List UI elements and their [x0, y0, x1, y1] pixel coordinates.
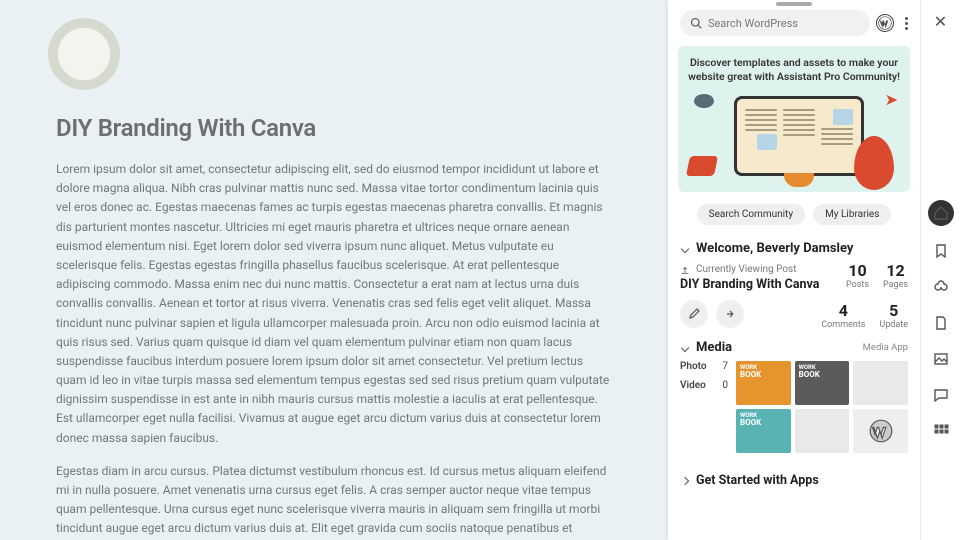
- panel-header: Search WordPress: [668, 0, 920, 46]
- search-icon: [690, 17, 702, 29]
- comment-icon[interactable]: [930, 384, 952, 406]
- media-app-link[interactable]: Media App: [863, 342, 908, 353]
- media-thumb[interactable]: [853, 409, 908, 453]
- promo-banner[interactable]: Discover templates and assets to make yo…: [678, 46, 910, 192]
- welcome-section: Welcome, Beverly Damsley Currently Viewi…: [668, 235, 920, 332]
- apps-grid-icon[interactable]: [930, 420, 952, 442]
- my-libraries-button[interactable]: My Libraries: [813, 204, 891, 225]
- side-rail: ✕: [920, 0, 960, 540]
- media-thumbnails: WORKBOOK WORKBOOK WORKBOOK: [736, 361, 908, 453]
- paragraph: Lorem ipsum dolor sit amet, consectetur …: [56, 160, 612, 448]
- drag-handle[interactable]: [776, 2, 812, 6]
- stats-row-1: 10Posts 12Pages: [846, 261, 908, 290]
- apps-toggle[interactable]: Get Started with Apps: [680, 473, 908, 488]
- image-icon[interactable]: [930, 348, 952, 370]
- media-section: Media Media App Photo7 Video0 WORKBOOK W…: [668, 332, 920, 461]
- media-photo-count[interactable]: Photo7: [680, 361, 728, 372]
- chevron-down-icon: [680, 244, 690, 254]
- page-body: Lorem ipsum dolor sit amet, consectetur …: [56, 160, 612, 540]
- bookmark-icon[interactable]: [930, 240, 952, 262]
- paragraph: Egestas diam in arcu cursus. Platea dict…: [56, 462, 612, 540]
- promo-illustration: ➤: [688, 90, 900, 190]
- libraries-icon[interactable]: [930, 276, 952, 298]
- search-input[interactable]: Search WordPress: [680, 10, 870, 36]
- promo-text: Discover templates and assets to make yo…: [688, 56, 900, 84]
- chevron-right-icon: [680, 476, 690, 486]
- stat-pages[interactable]: 12Pages: [883, 261, 908, 290]
- search-community-button[interactable]: Search Community: [697, 204, 805, 225]
- page-title: DIY Branding With Canva: [56, 114, 612, 142]
- media-thumb[interactable]: WORKBOOK: [736, 361, 791, 405]
- more-menu-icon[interactable]: [900, 17, 912, 30]
- stats-row-2: 4Comments 5Update: [821, 301, 908, 330]
- wordpress-icon[interactable]: [876, 14, 894, 32]
- media-video-count[interactable]: Video0: [680, 380, 728, 391]
- arrow-right-icon: [724, 308, 736, 320]
- page-content: DIY Branding With Canva Lorem ipsum dolo…: [0, 0, 668, 540]
- stat-posts[interactable]: 10Posts: [846, 261, 869, 290]
- upload-icon: [680, 265, 690, 275]
- apps-heading: Get Started with Apps: [696, 473, 819, 488]
- media-thumb[interactable]: [795, 409, 850, 453]
- media-thumb[interactable]: [853, 361, 908, 405]
- media-thumb[interactable]: WORKBOOK: [736, 409, 791, 453]
- welcome-heading: Welcome, Beverly Damsley: [696, 241, 853, 256]
- open-button[interactable]: [716, 300, 744, 328]
- stat-update[interactable]: 5Update: [879, 301, 908, 330]
- assistant-panel: Search WordPress Discover templates and …: [668, 0, 920, 540]
- stat-comments[interactable]: 4Comments: [821, 301, 865, 330]
- welcome-toggle[interactable]: Welcome, Beverly Damsley: [680, 241, 908, 256]
- media-thumb[interactable]: WORKBOOK: [795, 361, 850, 405]
- media-heading: Media: [696, 340, 732, 355]
- wordpress-logo: [48, 18, 120, 90]
- chevron-down-icon: [680, 343, 690, 353]
- document-icon[interactable]: [930, 312, 952, 334]
- pencil-icon: [688, 308, 700, 320]
- promo-actions: Search Community My Libraries: [668, 192, 920, 235]
- media-counts: Photo7 Video0: [680, 361, 728, 453]
- media-toggle[interactable]: Media: [680, 340, 732, 355]
- edit-button[interactable]: [680, 300, 708, 328]
- search-placeholder: Search WordPress: [708, 17, 798, 30]
- close-icon[interactable]: ✕: [930, 10, 952, 32]
- home-icon[interactable]: [928, 200, 954, 226]
- apps-section: Get Started with Apps: [668, 461, 920, 500]
